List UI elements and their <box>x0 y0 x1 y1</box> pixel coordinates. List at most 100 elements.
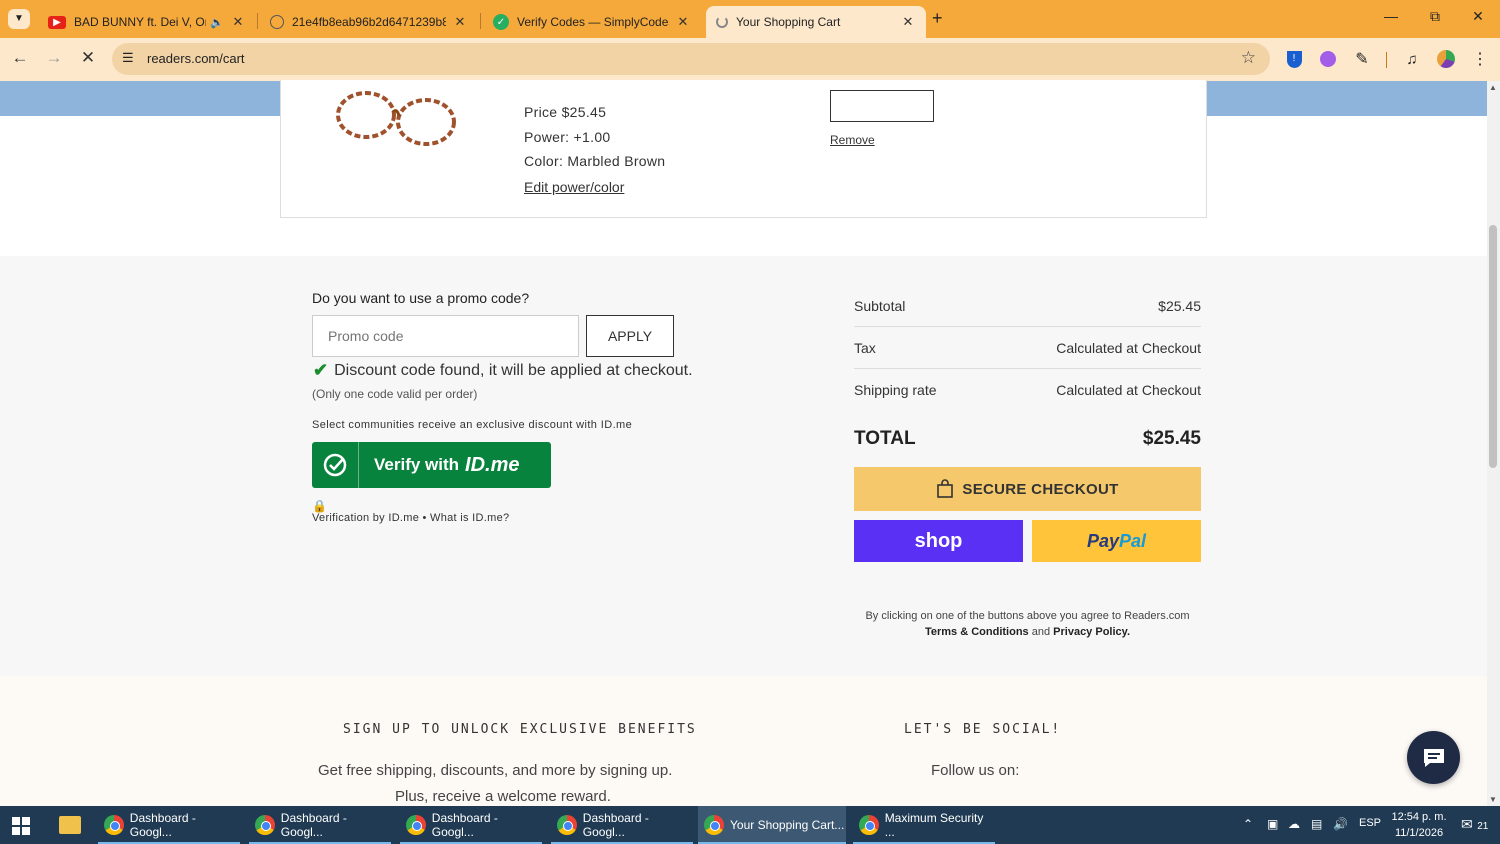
close-tab-icon[interactable]: ✕ <box>452 14 468 30</box>
scroll-down-icon[interactable]: ▼ <box>1489 795 1497 804</box>
onedrive-icon[interactable]: ☁ <box>1288 817 1300 831</box>
remove-item-link[interactable]: Remove <box>830 133 875 147</box>
minimize-icon[interactable]: — <box>1376 8 1406 24</box>
chrome-icon <box>859 815 879 835</box>
profile-avatar[interactable] <box>1436 49 1456 69</box>
forward-icon[interactable]: → <box>42 48 66 68</box>
paypal-label-pay: Pay <box>1086 530 1119 551</box>
new-tab-icon[interactable]: + <box>932 8 943 29</box>
tab-youtube[interactable]: ▶ BAD BUNNY ft. Dei V, Omar 🔈 ✕ <box>38 6 256 38</box>
item-price: Price $25.45 <box>524 104 607 120</box>
quantity-selector[interactable] <box>830 90 934 122</box>
taskbar-item-active[interactable]: Your Shopping Cart... <box>698 806 846 844</box>
idme-brand: ID.me <box>465 453 520 476</box>
loading-icon <box>716 16 728 28</box>
checkout-label: SECURE CHECKOUT <box>962 480 1119 498</box>
one-code-note: (Only one code valid per order) <box>312 387 478 401</box>
chrome-icon <box>255 815 275 835</box>
total-row: TOTAL $25.45 <box>854 428 1201 450</box>
tray-chevron-icon[interactable]: ⌃ <box>1243 817 1253 831</box>
address-bar[interactable]: ☰ readers.com/cart ☆ <box>112 43 1270 75</box>
site-info-icon[interactable]: ☰ <box>122 50 134 66</box>
simplycodes-icon: ✓ <box>493 14 509 30</box>
subtotal-label: Subtotal <box>854 298 906 314</box>
taskbar-item[interactable]: Dashboard - Googl... <box>400 806 542 844</box>
taskbar-item[interactable]: Dashboard - Googl... <box>98 806 240 844</box>
close-tab-icon[interactable]: ✕ <box>675 14 691 30</box>
secure-checkout-button[interactable]: SECURE CHECKOUT <box>854 467 1201 511</box>
windows-start-icon[interactable] <box>12 817 30 840</box>
clock-time: 12:54 p. m. <box>1391 811 1447 823</box>
cart-summary-section: Do you want to use a promo code? APPLY ✔… <box>0 256 1487 676</box>
close-tab-icon[interactable]: ✕ <box>230 14 246 30</box>
product-glasses-image <box>336 91 456 146</box>
apply-promo-button[interactable]: APPLY <box>586 315 674 357</box>
network-icon[interactable]: ▤ <box>1311 817 1322 831</box>
verify-idme-button[interactable]: Verify with ID.me <box>312 442 551 488</box>
close-window-icon[interactable]: ✕ <box>1463 8 1493 25</box>
tab-simplycodes[interactable]: ✓ Verify Codes — SimplyCodes ✕ <box>483 6 701 38</box>
notifications-icon[interactable]: ✉ 21 <box>1461 816 1488 834</box>
shipping-row: Shipping rate Calculated at Checkout <box>854 382 1201 398</box>
shop-pay-button[interactable]: shop <box>854 520 1023 562</box>
stop-loading-icon[interactable]: ✕ <box>76 48 100 68</box>
tab-search-button[interactable]: ▼ <box>8 9 30 29</box>
shipping-value: Calculated at Checkout <box>1056 382 1201 398</box>
chat-bubble-icon <box>1423 748 1444 767</box>
back-icon[interactable]: ← <box>8 48 32 68</box>
shield-extension-icon[interactable]: ! <box>1284 49 1304 69</box>
taskbar-item[interactable]: Dashboard - Googl... <box>249 806 391 844</box>
total-value: $25.45 <box>1142 428 1201 449</box>
check-circle-icon <box>312 442 359 488</box>
page-scrollbar[interactable]: ▲ ▼ <box>1487 81 1500 806</box>
item-color: Color: Marbled Brown <box>524 153 666 169</box>
taskbar-item[interactable]: Maximum Security ... <box>853 806 995 844</box>
scrollbar-thumb[interactable] <box>1489 225 1497 468</box>
url-text[interactable]: readers.com/cart <box>147 51 245 66</box>
globe-icon <box>270 15 284 29</box>
chat-button[interactable] <box>1407 731 1460 784</box>
taskbar-item-label: Dashboard - Googl... <box>280 811 347 839</box>
tax-label: Tax <box>854 340 876 356</box>
taskbar-item[interactable]: Dashboard - Googl... <box>551 806 693 844</box>
restore-icon[interactable]: ⧉ <box>1420 8 1450 25</box>
windows-taskbar: Dashboard - Googl... Dashboard - Googl..… <box>0 806 1500 844</box>
privacy-link[interactable]: Privacy Policy. <box>1053 626 1130 638</box>
language-indicator[interactable]: ESP <box>1359 817 1381 829</box>
file-explorer-icon[interactable] <box>59 816 81 834</box>
social-text: Follow us on: <box>931 762 1020 779</box>
agree-prefix: By clicking on one of the buttons above … <box>865 610 1190 622</box>
volume-icon[interactable]: 🔊 <box>1333 817 1348 831</box>
close-tab-icon[interactable]: ✕ <box>900 14 916 30</box>
menu-kebab-icon[interactable]: ⋮ <box>1470 49 1490 69</box>
extensions-puzzle-icon[interactable]: ✎ <box>1352 49 1372 69</box>
notification-count: 21 <box>1477 821 1489 832</box>
subtotal-row: Subtotal $25.45 <box>854 298 1201 314</box>
browser-toolbar: ← → ✕ ☰ readers.com/cart ☆ ! ✎ ♫ ⋮ <box>0 38 1500 81</box>
extension-icon[interactable] <box>1318 49 1338 69</box>
taskbar-item-label: Dashboard - Googl... <box>431 811 498 839</box>
youtube-icon: ▶ <box>48 15 66 29</box>
bookmark-star-icon[interactable]: ☆ <box>1241 48 1256 68</box>
verification-text[interactable]: Verification by ID.me • What is ID.me? <box>312 512 509 524</box>
tab-hash[interactable]: 21e4fb8eab96b2d6471239b84 ✕ <box>260 6 478 38</box>
clock-date: 11/1/2026 <box>1394 827 1444 839</box>
chrome-icon <box>406 815 426 835</box>
tab-shopping-cart[interactable]: Your Shopping Cart ✕ <box>706 6 926 38</box>
item-power: Power: +1.00 <box>524 129 611 145</box>
taskbar-item-label: Maximum Security ... <box>884 811 984 839</box>
speaker-icon[interactable]: 🔈 <box>210 16 224 29</box>
paypal-button[interactable]: PayPal <box>1032 520 1201 562</box>
media-control-icon[interactable]: ♫ <box>1402 49 1422 69</box>
meet-now-icon[interactable]: ▣ <box>1267 817 1278 831</box>
tab-bar: ▼ ▶ BAD BUNNY ft. Dei V, Omar 🔈 ✕ 21e4fb… <box>0 0 1500 38</box>
agree-text: By clicking on one of the buttons above … <box>854 608 1201 640</box>
chrome-icon <box>104 815 124 835</box>
scroll-up-icon[interactable]: ▲ <box>1489 83 1497 92</box>
terms-link[interactable]: Terms & Conditions <box>925 626 1029 638</box>
clock[interactable]: 12:54 p. m. 11/1/2026 <box>1388 809 1450 841</box>
promo-code-input[interactable] <box>312 315 579 357</box>
edit-power-color-link[interactable]: Edit power/color <box>524 179 624 195</box>
subtotal-value: $25.45 <box>1158 298 1201 314</box>
tab-title: BAD BUNNY ft. Dei V, Omar <box>74 15 206 29</box>
